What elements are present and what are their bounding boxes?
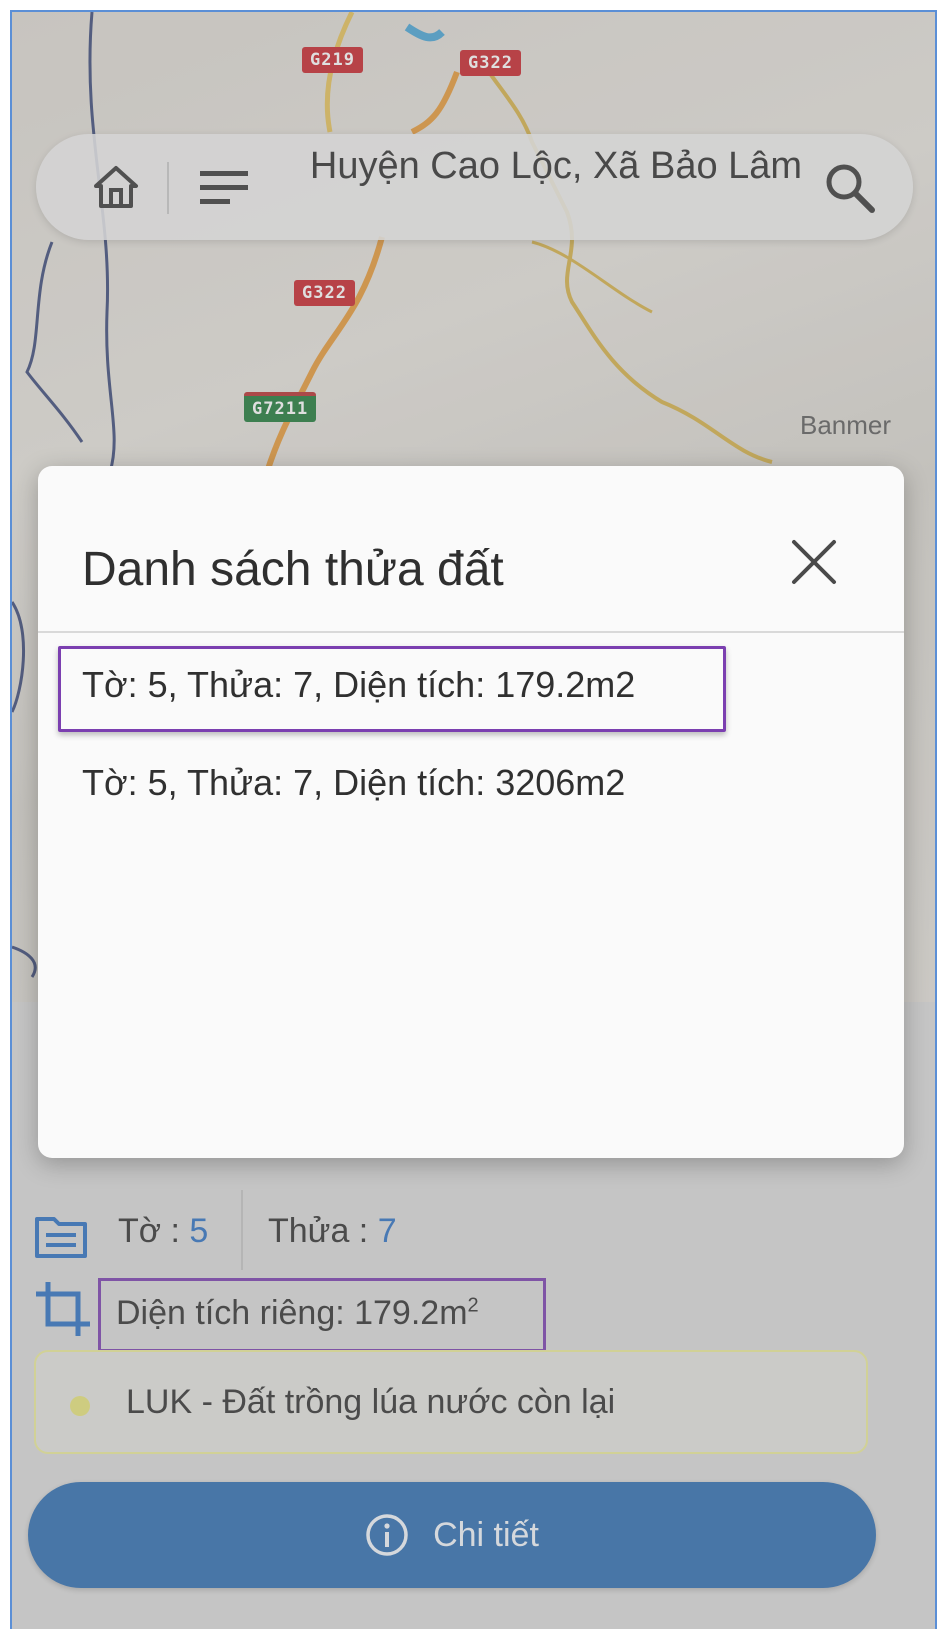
dialog-divider (38, 631, 904, 633)
parcel-list-item[interactable]: Tờ: 5, Thửa: 7, Diện tích: 3206m2 (82, 762, 625, 804)
parcel-list-item[interactable]: Tờ: 5, Thửa: 7, Diện tích: 179.2m2 (82, 664, 635, 706)
dialog-title: Danh sách thửa đất (82, 543, 504, 596)
close-icon[interactable] (786, 534, 842, 590)
parcel-list-dialog: Danh sách thửa đất Tờ: 5, Thửa: 7, Diện … (38, 466, 904, 1158)
app-screen: G219 G322 G322 G7211 Banmer Huyện Cao Lộ… (10, 10, 937, 1629)
